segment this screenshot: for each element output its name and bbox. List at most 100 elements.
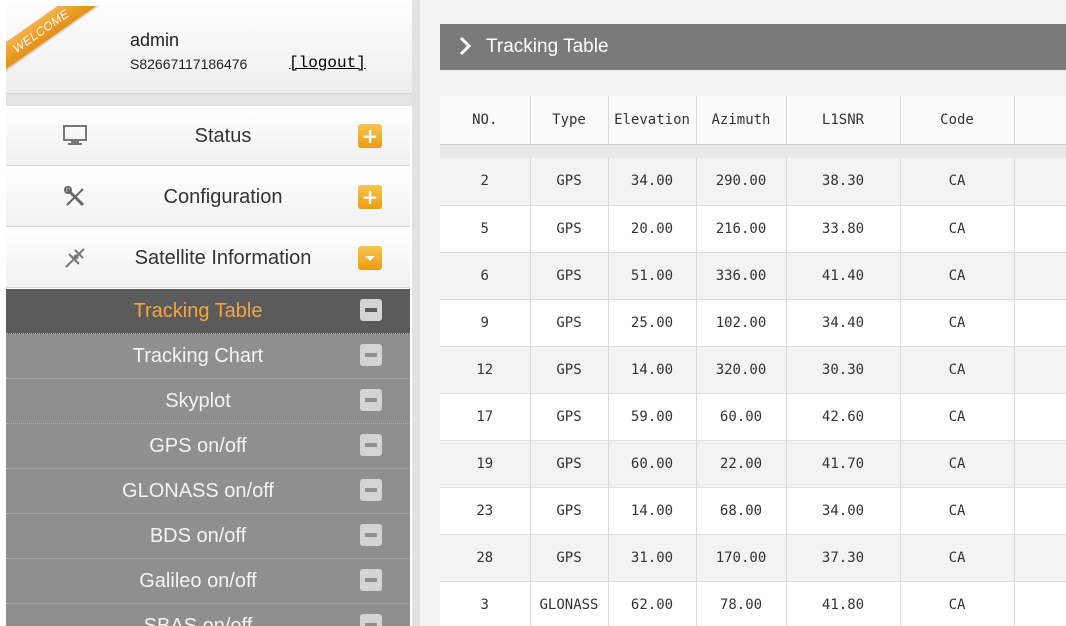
cell-code: CA [900, 158, 1015, 206]
submenu-item-label: Skyplot [165, 390, 231, 412]
logout-link[interactable]: [logout] [289, 54, 366, 72]
column-header-elevation: Elevation [608, 96, 697, 145]
panel-divider [412, 0, 420, 626]
table-body: 2GPS34.00290.0038.30CA0.5GPS20.00216.003… [440, 144, 1066, 626]
cell-elevation: 59.00 [608, 393, 697, 441]
collapse-arrow-icon[interactable] [358, 246, 382, 270]
submenu-item-label: SBAS on/off [143, 615, 253, 626]
cell-elevation: 14.00 [608, 346, 697, 394]
tracking-table: NO. Type Elevation Azimuth L1SNR Code L2… [440, 96, 1066, 626]
cell-type: GLONASS [530, 581, 609, 626]
cell-l2: 31 [1014, 581, 1066, 626]
username: admin [130, 30, 180, 50]
cell-l2: 30 [1014, 346, 1066, 394]
submenu-item-galileo-onoff[interactable]: Galileo on/off [6, 559, 410, 604]
cell-l2: 0. [1014, 534, 1066, 582]
menu-item-satellite-information[interactable]: Satellite Information [6, 228, 410, 288]
cell-azimuth: 336.00 [696, 252, 787, 300]
cell-elevation: 25.00 [608, 299, 697, 347]
submenu-item-bds-onoff[interactable]: BDS on/off [6, 514, 410, 559]
table-row: 28GPS31.00170.0037.30CA0. [440, 534, 1066, 582]
chevron-right-icon [459, 36, 472, 56]
cell-no: 5 [440, 205, 531, 253]
cell-code: CA [900, 252, 1015, 300]
submenu-item-glonass-onoff[interactable]: GLONASS on/off [6, 469, 410, 514]
cell-elevation: 34.00 [608, 158, 697, 206]
cell-azimuth: 22.00 [696, 440, 787, 488]
cell-azimuth: 170.00 [696, 534, 787, 582]
expand-plus-icon[interactable]: + [358, 124, 382, 148]
menu-item-configuration[interactable]: Configuration + [6, 167, 410, 227]
minus-icon [360, 569, 382, 591]
submenu-item-sbas-onoff[interactable]: SBAS on/off [6, 604, 410, 626]
menu-item-label: Satellite Information [134, 247, 312, 269]
minus-icon [360, 524, 382, 546]
submenu-item-label: Tracking Table [133, 300, 263, 322]
cell-l2: 23 [1014, 440, 1066, 488]
satellite-icon [60, 246, 90, 270]
cell-code: CA [900, 440, 1015, 488]
cell-elevation: 20.00 [608, 205, 697, 253]
cell-no: 2 [440, 158, 531, 206]
cell-azimuth: 68.00 [696, 487, 787, 535]
tracking-table-container[interactable]: NO. Type Elevation Azimuth L1SNR Code L2… [440, 96, 1066, 626]
table-row: 23GPS14.0068.0034.00CA0. [440, 487, 1066, 535]
submenu-item-label: GPS on/off [149, 435, 247, 457]
minus-icon [360, 614, 382, 626]
cell-type: GPS [530, 158, 609, 206]
menu-item-status[interactable]: Status + [6, 106, 410, 166]
cell-azimuth: 320.00 [696, 346, 787, 394]
cell-l2: 0. [1014, 487, 1066, 535]
cell-l2: 38 [1014, 252, 1066, 300]
cell-no: 9 [440, 299, 531, 347]
submenu-item-tracking-table[interactable]: Tracking Table [6, 289, 410, 334]
cell-l2: 0. [1014, 158, 1066, 206]
cell-type: GPS [530, 534, 609, 582]
cell-l1snr: 33.80 [786, 205, 901, 253]
column-header-no: NO. [440, 96, 531, 145]
submenu-item-label: BDS on/off [149, 525, 247, 547]
column-header-azimuth: Azimuth [696, 96, 787, 145]
cell-l1snr: 41.70 [786, 440, 901, 488]
column-header-l2: L2 [1014, 96, 1066, 145]
cell-code: CA [900, 346, 1015, 394]
cell-type: GPS [530, 205, 609, 253]
page-title: Tracking Table [486, 36, 609, 57]
table-row: 2GPS34.00290.0038.30CA0. [440, 158, 1066, 206]
cell-l1snr: 37.30 [786, 534, 901, 582]
tools-icon [60, 185, 90, 209]
submenu-item-label: Galileo on/off [139, 570, 257, 592]
expand-plus-icon[interactable]: + [358, 185, 382, 209]
cell-no: 12 [440, 346, 531, 394]
cell-code: CA [900, 205, 1015, 253]
cell-type: GPS [530, 440, 609, 488]
cell-l1snr: 38.30 [786, 158, 901, 206]
table-row: 19GPS60.0022.0041.70CA23 [440, 440, 1066, 488]
cell-azimuth: 78.00 [696, 581, 787, 626]
main-content: Tracking Table NO. Type Elevation Azimut… [420, 0, 1066, 626]
submenu-item-skyplot[interactable]: Skyplot [6, 379, 410, 424]
cell-type: GPS [530, 299, 609, 347]
cell-elevation: 62.00 [608, 581, 697, 626]
cell-code: CA [900, 299, 1015, 347]
column-header-type: Type [530, 96, 609, 145]
cell-no: 6 [440, 252, 531, 300]
cell-elevation: 14.00 [608, 487, 697, 535]
table-row: 12GPS14.00320.0030.30CA30 [440, 346, 1066, 394]
minus-icon [360, 479, 382, 501]
cell-azimuth: 216.00 [696, 205, 787, 253]
page-header: Tracking Table [440, 24, 1066, 70]
menu-item-label: Status [194, 125, 252, 147]
cell-type: GPS [530, 487, 609, 535]
welcome-ribbon: WELCOME [6, 6, 101, 78]
sidebar: WELCOME admin S82667117186476 [logout] S… [0, 0, 412, 626]
submenu-item-gps-onoff[interactable]: GPS on/off [6, 424, 410, 469]
submenu-item-tracking-chart[interactable]: Tracking Chart [6, 334, 410, 379]
cell-l2: 33 [1014, 299, 1066, 347]
cell-no: 28 [440, 534, 531, 582]
cell-l2: 32 [1014, 205, 1066, 253]
table-header-row: NO. Type Elevation Azimuth L1SNR Code L2 [440, 96, 1066, 145]
cell-l1snr: 30.30 [786, 346, 901, 394]
column-header-l1snr: L1SNR [786, 96, 901, 145]
cell-code: CA [900, 487, 1015, 535]
